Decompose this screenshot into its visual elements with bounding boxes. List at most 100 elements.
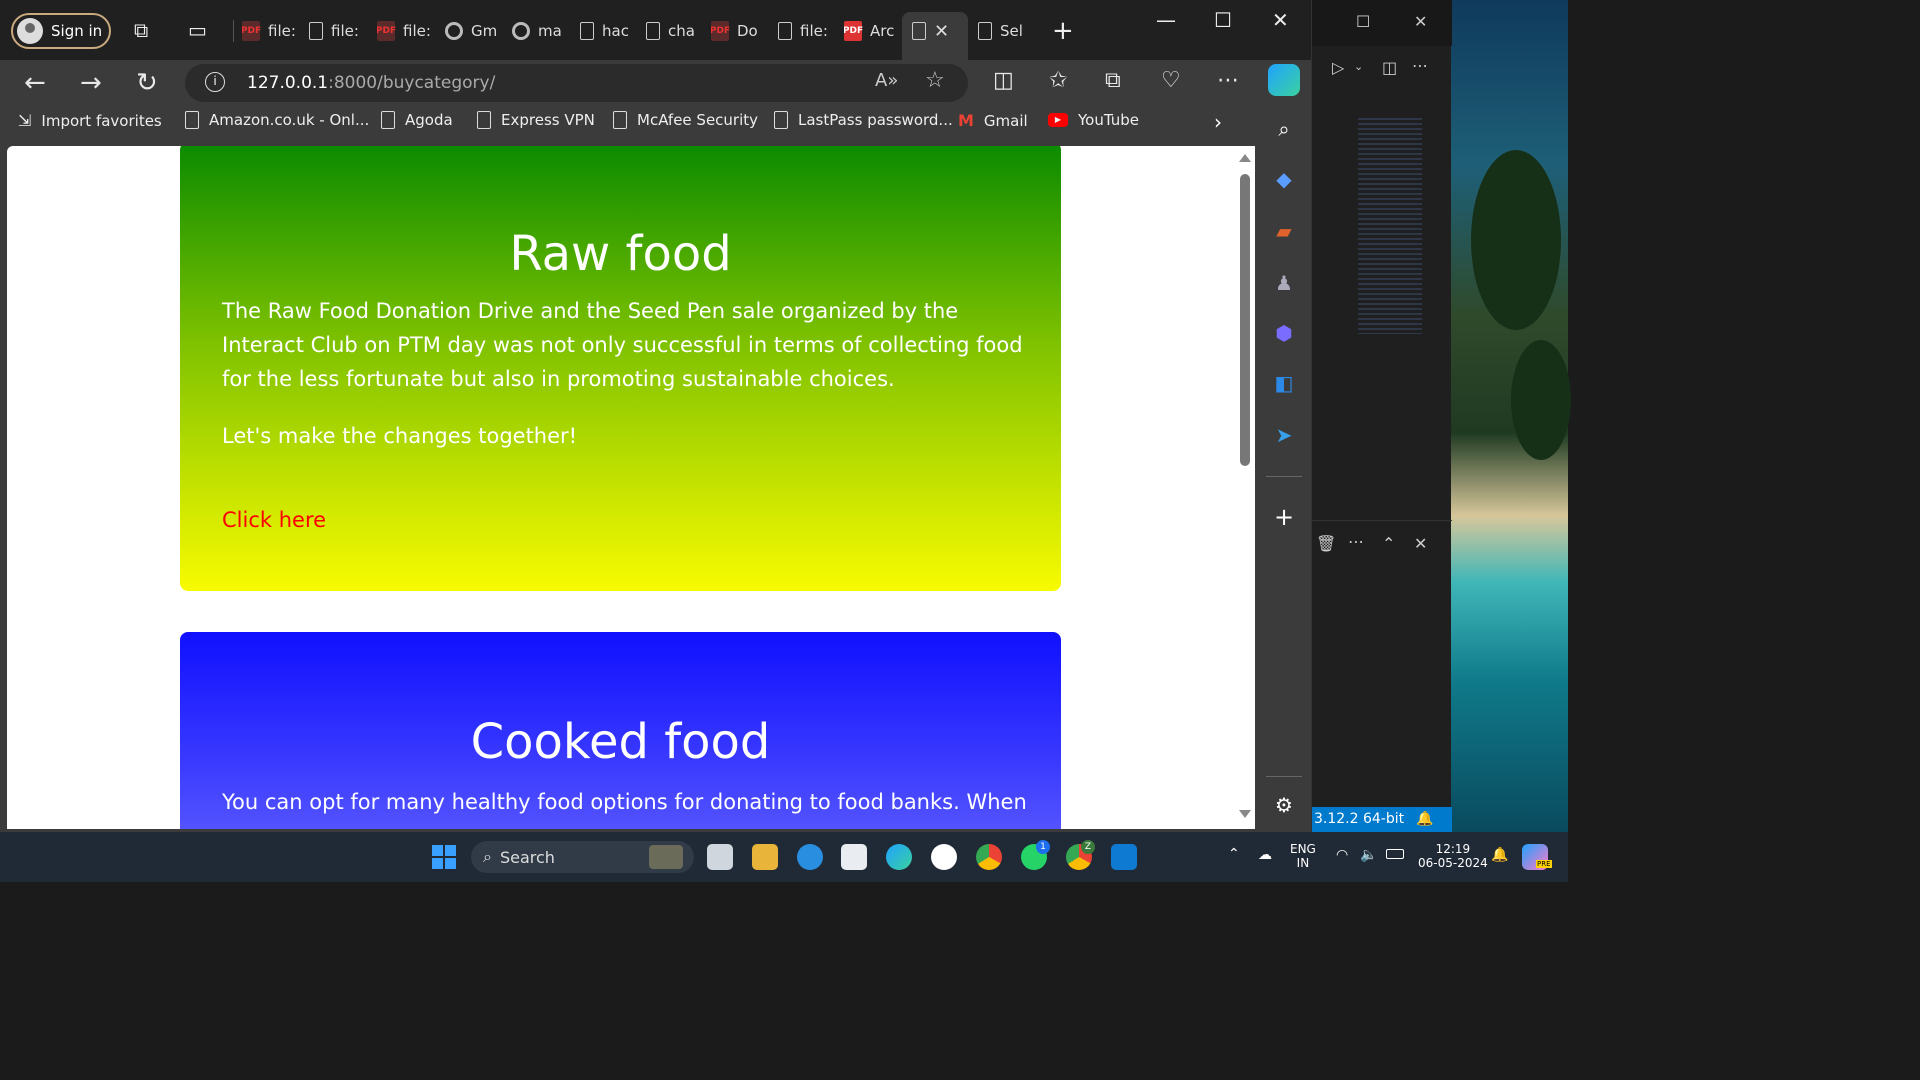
wifi-icon[interactable]: ◠ xyxy=(1336,847,1348,863)
scroll-down-icon[interactable] xyxy=(1239,810,1251,818)
tab-actions-icon[interactable]: ▭ xyxy=(188,18,207,42)
favorite-mcafee[interactable]: McAfee Security xyxy=(613,111,758,129)
chevron-right-icon[interactable]: › xyxy=(1214,110,1222,134)
pre-badge: PRE xyxy=(1536,860,1552,868)
card-description: You can opt for many healthy food option… xyxy=(222,790,1027,814)
address-bar[interactable]: i 127.0.0.1:8000/buycategory/ A» ☆ xyxy=(185,64,968,102)
file-explorer-icon[interactable] xyxy=(752,844,778,870)
volume-icon[interactable]: 🔈 xyxy=(1360,847,1377,863)
sidebar-divider xyxy=(1266,776,1302,777)
split-editor-icon[interactable]: ◫ xyxy=(1382,58,1397,77)
close-panel-icon[interactable]: ✕ xyxy=(1414,534,1427,553)
python-version[interactable]: 3.12.2 64-bit xyxy=(1314,811,1404,827)
close-tab-icon[interactable]: ✕ xyxy=(934,21,949,42)
collections-icon[interactable]: ⧉ xyxy=(1105,68,1121,93)
store-icon[interactable] xyxy=(841,844,867,870)
click-here-link[interactable]: Click here xyxy=(222,508,326,532)
refresh-icon[interactable]: ↻ xyxy=(136,68,158,98)
battery-icon[interactable] xyxy=(1386,849,1404,859)
favorite-agoda[interactable]: Agoda xyxy=(381,111,453,129)
send-icon[interactable]: ➤ xyxy=(1273,424,1295,446)
tab[interactable]: PDF Arc xyxy=(844,16,902,46)
more-icon[interactable]: ⋯ xyxy=(1348,532,1364,551)
page-icon xyxy=(774,111,788,129)
add-icon[interactable]: + xyxy=(1273,505,1295,529)
browser-essentials-icon[interactable]: ♡ xyxy=(1161,68,1181,93)
tab[interactable]: file: xyxy=(778,16,836,46)
tab[interactable]: cha xyxy=(646,16,704,46)
close-window-icon[interactable]: ✕ xyxy=(1272,8,1289,32)
favorite-import[interactable]: ⇲ Import favorites xyxy=(18,111,162,130)
active-tab-content[interactable]: ✕ xyxy=(912,16,962,46)
tab[interactable]: ma xyxy=(512,16,570,46)
favorite-star-icon[interactable]: ☆ xyxy=(925,68,945,93)
sign-in-button[interactable]: Sign in xyxy=(11,13,111,49)
favorite-amazon[interactable]: Amazon.co.uk - Onl... xyxy=(185,111,369,129)
settings-more-icon[interactable]: ⋯ xyxy=(1217,68,1239,93)
pdf-icon: PDF xyxy=(711,21,730,41)
google-icon xyxy=(445,22,463,40)
status-bar: 3.12.2 64-bit 🔔 xyxy=(1312,807,1452,832)
outlook-icon[interactable]: ◧ xyxy=(1273,372,1295,394)
minimize-icon[interactable]: — xyxy=(1156,8,1176,32)
favorite-expressvpn[interactable]: Express VPN xyxy=(477,111,595,129)
workspaces-icon[interactable]: ⧉ xyxy=(134,18,148,42)
page-icon xyxy=(978,22,992,40)
chevron-up-icon[interactable]: ⌃ xyxy=(1228,846,1240,862)
shopping-tag-icon[interactable]: ◆ xyxy=(1273,168,1295,190)
vertical-scrollbar[interactable] xyxy=(1236,146,1254,829)
new-tab-icon[interactable]: + xyxy=(1052,16,1074,46)
chevron-down-icon[interactable]: ⌄ xyxy=(1354,60,1363,73)
language-indicator[interactable]: ENG IN xyxy=(1290,842,1316,870)
start-icon[interactable] xyxy=(432,845,456,869)
vscode-titlebar xyxy=(1312,0,1452,46)
chevron-up-icon[interactable]: ⌃ xyxy=(1382,534,1395,553)
task-view-icon[interactable] xyxy=(707,844,733,870)
taskbar-search[interactable]: ⌕ Search xyxy=(471,841,694,873)
help-icon[interactable] xyxy=(797,844,823,870)
tab[interactable]: PDF file: xyxy=(242,16,300,46)
tab[interactable]: Gm xyxy=(445,16,503,46)
trash-icon[interactable]: 🗑 xyxy=(1316,534,1336,553)
chatgpt-icon[interactable] xyxy=(931,844,957,870)
bell-icon[interactable]: 🔔 xyxy=(1416,807,1433,832)
palm-tree-shape xyxy=(1511,340,1571,460)
vscode-icon[interactable] xyxy=(1111,844,1137,870)
chrome-icon[interactable] xyxy=(976,844,1002,870)
clock[interactable]: 12:19 06-05-2024 xyxy=(1418,842,1488,870)
tab[interactable]: hac xyxy=(580,16,638,46)
scroll-up-icon[interactable] xyxy=(1239,154,1251,162)
back-icon[interactable]: ← xyxy=(24,68,46,98)
tab[interactable]: PDF Do xyxy=(711,16,769,46)
microsoft365-icon[interactable]: ⬢ xyxy=(1273,322,1295,344)
raw-food-card: Raw food The Raw Food Donation Drive and… xyxy=(180,146,1061,591)
run-icon[interactable]: ▷ xyxy=(1332,58,1344,77)
maximize-icon[interactable]: ☐ xyxy=(1356,12,1370,31)
favorite-lastpass[interactable]: LastPass password... xyxy=(774,111,953,129)
info-icon[interactable]: i xyxy=(205,72,225,92)
favorite-youtube[interactable]: ▶ YouTube xyxy=(1048,111,1139,129)
edge-icon[interactable] xyxy=(886,844,912,870)
scrollbar-thumb[interactable] xyxy=(1240,174,1250,466)
tab[interactable]: PDF file: xyxy=(377,16,435,46)
tab[interactable]: file: xyxy=(309,16,367,46)
maximize-icon[interactable]: ☐ xyxy=(1214,8,1232,32)
split-screen-icon[interactable]: ◫ xyxy=(993,68,1014,93)
forward-icon[interactable]: → xyxy=(80,68,102,98)
tab[interactable]: Sel xyxy=(978,16,1036,46)
onedrive-icon[interactable]: ☁ xyxy=(1258,847,1272,863)
search-icon[interactable]: ⌕ xyxy=(1273,118,1295,140)
minimap[interactable] xyxy=(1358,118,1422,334)
bell-icon[interactable]: 🔔 xyxy=(1491,847,1508,863)
favorite-gmail[interactable]: M Gmail xyxy=(958,111,1028,130)
close-icon[interactable]: ✕ xyxy=(1414,12,1427,31)
tools-icon[interactable]: ▰ xyxy=(1273,220,1295,242)
favorites-icon[interactable]: ✩ xyxy=(1049,68,1067,93)
gear-icon[interactable]: ⚙ xyxy=(1273,794,1295,816)
read-aloud-icon[interactable]: A» xyxy=(875,70,898,91)
url-path: :8000/buycategory/ xyxy=(328,73,496,93)
games-icon[interactable]: ♟ xyxy=(1273,272,1295,294)
more-icon[interactable]: ⋯ xyxy=(1412,56,1428,75)
copilot-icon[interactable] xyxy=(1268,64,1300,96)
url-text[interactable]: 127.0.0.1:8000/buycategory/ xyxy=(247,73,495,93)
